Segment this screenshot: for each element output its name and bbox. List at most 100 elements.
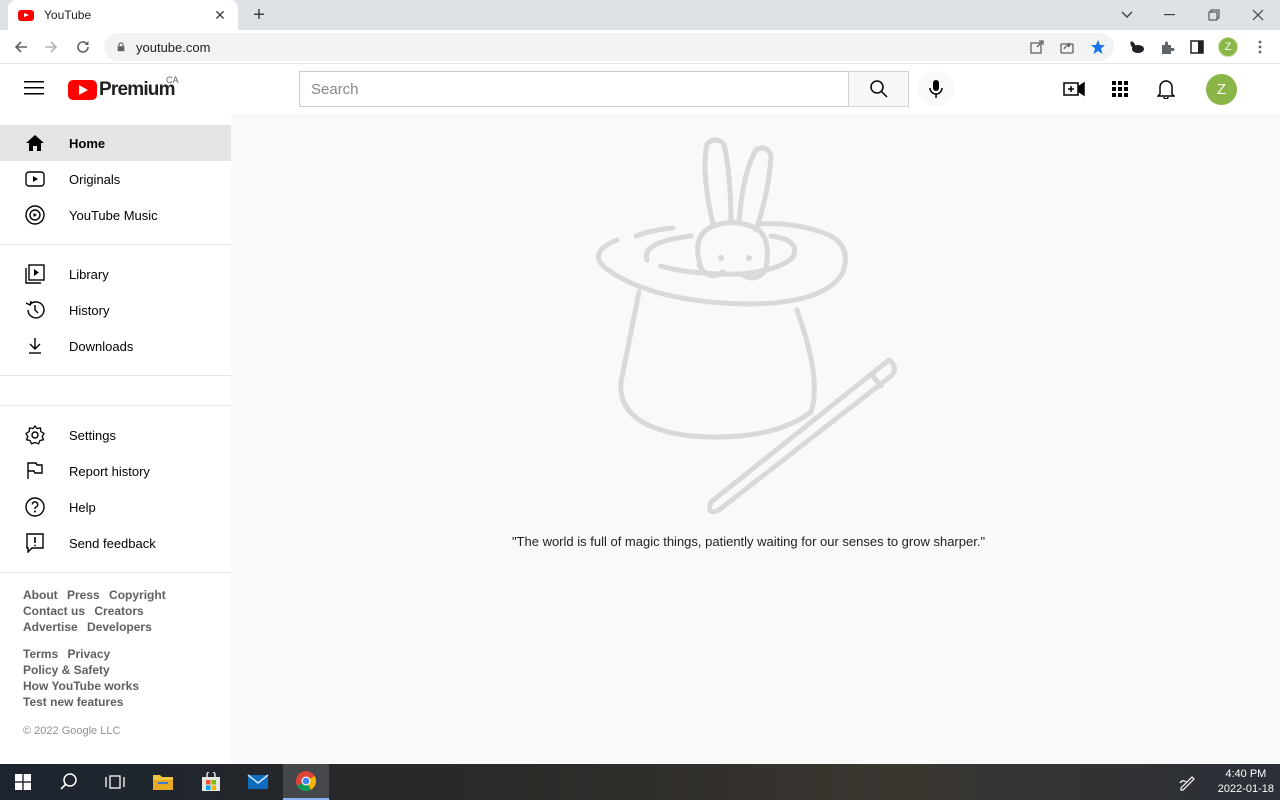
library-icon xyxy=(24,263,46,285)
sidebar-item-report-history[interactable]: Report history xyxy=(0,453,231,489)
microphone-icon xyxy=(929,80,943,98)
sidebar-item-home[interactable]: Home xyxy=(0,125,231,161)
sidebar-item-label: Originals xyxy=(69,171,121,187)
footer-link-developers[interactable]: Developers xyxy=(87,620,152,634)
originals-icon xyxy=(24,168,46,190)
side-panel-icon[interactable] xyxy=(1187,37,1207,57)
home-icon xyxy=(24,132,46,154)
download-icon xyxy=(24,335,46,357)
system-clock[interactable]: 4:40 PM 2022-01-18 xyxy=(1218,767,1274,797)
pen-workspace-icon[interactable] xyxy=(1164,764,1210,800)
mail-icon[interactable] xyxy=(235,764,281,800)
sidebar-section-primary: Home Originals YouTube Music xyxy=(0,114,231,245)
extension-rabbit-icon[interactable] xyxy=(1127,37,1147,57)
share-icon[interactable] xyxy=(1058,38,1076,56)
sidebar-item-help[interactable]: Help xyxy=(0,489,231,525)
chrome-menu-icon[interactable] xyxy=(1250,37,1270,57)
windows-taskbar: 4:40 PM 2022-01-18 xyxy=(0,764,1280,800)
footer-links-secondary: Terms Privacy Policy & Safety How YouTub… xyxy=(23,646,208,710)
bookmark-star-icon[interactable] xyxy=(1089,38,1107,56)
minimize-button[interactable] xyxy=(1146,0,1192,30)
music-icon xyxy=(24,204,46,226)
restore-button[interactable] xyxy=(1191,0,1237,30)
tab-search-icon[interactable] xyxy=(1104,0,1150,30)
footer-link-how-youtube-works[interactable]: How YouTube works xyxy=(23,679,139,693)
create-video-icon[interactable] xyxy=(1062,77,1086,101)
profile-avatar: Z xyxy=(1218,37,1238,57)
microsoft-store-icon[interactable] xyxy=(188,764,234,800)
sidebar-item-label: YouTube Music xyxy=(69,207,158,223)
task-view-icon[interactable] xyxy=(92,764,138,800)
taskbar-search-icon[interactable] xyxy=(46,764,92,800)
windows-start-icon[interactable] xyxy=(0,764,46,800)
extensions-puzzle-icon[interactable] xyxy=(1157,37,1177,57)
search-button[interactable] xyxy=(848,71,909,107)
account-avatar[interactable]: Z xyxy=(1206,74,1237,105)
apps-grid-icon[interactable] xyxy=(1108,77,1132,101)
clock-time: 4:40 PM xyxy=(1225,768,1267,780)
close-window-button[interactable] xyxy=(1235,0,1280,30)
magic-hat-rabbit-illustration xyxy=(596,137,897,515)
sidebar-item-label: History xyxy=(69,302,110,318)
main-content: "The world is full of magic things, pati… xyxy=(231,114,1280,764)
new-tab-button[interactable]: + xyxy=(248,3,270,27)
browser-tabstrip: YouTube ✕ + xyxy=(0,0,1280,30)
file-explorer-icon[interactable] xyxy=(140,764,186,800)
footer-link-copyright[interactable]: Copyright xyxy=(109,588,166,602)
history-icon xyxy=(24,299,46,321)
footer-links-primary: About Press Copyright Contact us Creator… xyxy=(23,587,208,635)
notifications-bell-icon[interactable] xyxy=(1154,77,1178,101)
browser-tab[interactable]: YouTube ✕ xyxy=(8,0,238,30)
flag-icon xyxy=(24,460,46,482)
sidebar-item-library[interactable]: Library xyxy=(0,256,231,292)
sidebar-item-label: Help xyxy=(69,499,96,515)
close-tab-icon[interactable]: ✕ xyxy=(212,7,228,24)
sidebar-item-send-feedback[interactable]: Send feedback xyxy=(0,525,231,561)
lock-icon xyxy=(117,42,125,52)
youtube-favicon-icon xyxy=(18,9,34,21)
menu-hamburger-icon[interactable] xyxy=(24,79,46,99)
sidebar-item-history[interactable]: History xyxy=(0,292,231,328)
browser-toolbar: youtube.com Z xyxy=(0,30,1280,64)
sidebar-footer: About Press Copyright Contact us Creator… xyxy=(0,573,231,737)
youtube-masthead: Premium CA Search Z xyxy=(0,64,1280,114)
search-input[interactable]: Search xyxy=(299,71,849,107)
sidebar-item-label: Report history xyxy=(69,463,150,479)
chrome-profile-button[interactable]: Z xyxy=(1218,37,1238,57)
youtube-premium-logo[interactable]: Premium CA xyxy=(68,75,179,101)
logo-wordmark: Premium xyxy=(99,79,176,100)
open-in-app-icon[interactable] xyxy=(1028,38,1046,56)
forward-button[interactable] xyxy=(38,34,64,60)
help-icon xyxy=(24,496,46,518)
copyright-text: © 2022 Google LLC xyxy=(23,725,121,737)
footer-link-privacy[interactable]: Privacy xyxy=(67,647,110,661)
footer-link-creators[interactable]: Creators xyxy=(94,604,143,618)
voice-search-button[interactable] xyxy=(917,71,955,107)
footer-link-about[interactable]: About xyxy=(23,588,58,602)
empty-state-quote: "The world is full of magic things, pati… xyxy=(511,534,986,549)
footer-link-policy-safety[interactable]: Policy & Safety xyxy=(23,663,110,677)
sidebar-item-downloads[interactable]: Downloads xyxy=(0,328,231,364)
guide-sidebar: Home Originals YouTube Music Library His… xyxy=(0,114,231,764)
sidebar-item-label: Send feedback xyxy=(69,535,156,551)
feedback-icon xyxy=(24,532,46,554)
sidebar-section-empty xyxy=(0,376,231,406)
back-button[interactable] xyxy=(8,34,34,60)
footer-link-advertise[interactable]: Advertise xyxy=(23,620,78,634)
sidebar-item-originals[interactable]: Originals xyxy=(0,161,231,197)
sidebar-section-settings: Settings Report history Help Send feedba… xyxy=(0,406,231,573)
address-bar[interactable]: youtube.com xyxy=(104,33,1114,61)
sidebar-section-library: Library History Downloads xyxy=(0,245,231,376)
gear-icon xyxy=(24,424,46,446)
chrome-taskbar-icon[interactable] xyxy=(283,764,329,800)
sidebar-item-label: Home xyxy=(69,135,106,151)
sidebar-item-settings[interactable]: Settings xyxy=(0,417,231,453)
url-text: youtube.com xyxy=(136,39,211,55)
search-placeholder: Search xyxy=(311,80,359,98)
footer-link-contact[interactable]: Contact us xyxy=(23,604,85,618)
footer-link-terms[interactable]: Terms xyxy=(23,647,58,661)
sidebar-item-youtube-music[interactable]: YouTube Music xyxy=(0,197,231,233)
footer-link-test-new-features[interactable]: Test new features xyxy=(23,695,123,709)
footer-link-press[interactable]: Press xyxy=(67,588,100,602)
reload-button[interactable] xyxy=(70,34,96,60)
